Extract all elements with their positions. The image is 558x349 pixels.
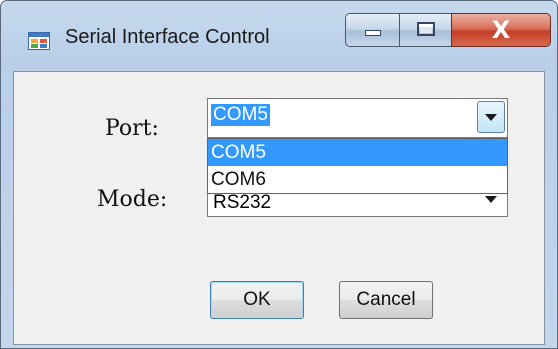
caption-buttons: X <box>345 13 551 49</box>
minimize-button[interactable] <box>345 13 399 47</box>
port-option-com5[interactable]: COM5 <box>208 139 507 166</box>
title-bar[interactable]: Serial Interface Control X <box>1 1 557 71</box>
mode-selected-value: RS232 <box>213 192 272 213</box>
cancel-button[interactable]: Cancel <box>339 281 433 319</box>
chevron-down-icon[interactable] <box>485 196 497 203</box>
minimize-icon <box>364 21 381 40</box>
close-button[interactable]: X <box>451 13 551 47</box>
ok-button[interactable]: OK <box>210 281 304 319</box>
port-dropdown-list: COM5 COM6 <box>207 138 508 194</box>
maximize-button[interactable] <box>399 13 451 47</box>
port-option-com6[interactable]: COM6 <box>208 166 507 193</box>
window-title: Serial Interface Control <box>65 26 270 48</box>
dialog-window: Serial Interface Control X Port: COM5 Mo… <box>0 0 558 349</box>
chevron-down-icon <box>485 113 497 121</box>
app-form-icon <box>28 32 50 50</box>
close-icon: X <box>491 16 511 44</box>
port-combobox[interactable]: COM5 <box>207 98 508 138</box>
port-selected-value: COM5 <box>211 104 270 126</box>
mode-label: Mode: <box>97 187 168 212</box>
port-label: Port: <box>105 116 159 141</box>
port-dropdown-button[interactable] <box>477 101 505 133</box>
maximize-icon <box>416 21 435 40</box>
